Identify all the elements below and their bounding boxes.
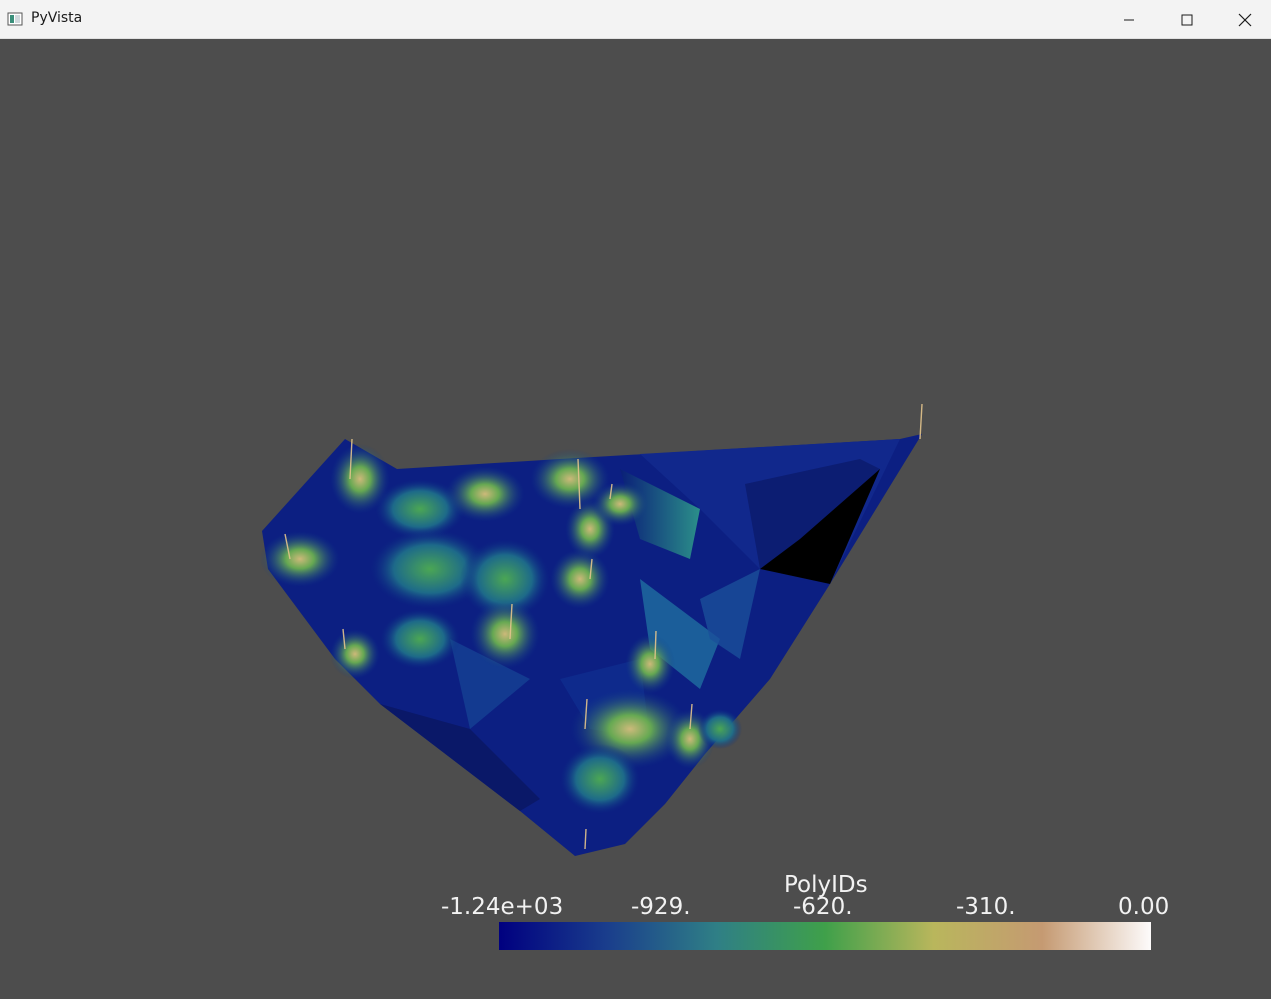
scalar-bar-tick: -1.24e+03 [441,894,564,920]
pyvista-window: PyVista PolyIDs -1.24e+03 -929. -620. -3… [0,0,1271,999]
scalar-bar-tick: 0.00 [1118,894,1170,920]
render-viewport[interactable]: PolyIDs -1.24e+03 -929. -620. -310. 0.00 [0,39,1271,999]
title-bar[interactable]: PyVista [0,0,1271,39]
scalar-bar [499,922,1151,950]
minimize-icon [1124,19,1134,20]
maximize-button[interactable] [1158,0,1216,39]
pyvista-app-icon [7,12,23,26]
scalar-bar-tick: -310. [956,894,1016,920]
window-title: PyVista [31,10,83,26]
scalar-bar-tick: -620. [793,894,853,920]
terrain-mesh[interactable] [0,39,1271,999]
maximize-icon [1181,14,1193,25]
close-button[interactable] [1216,0,1271,39]
close-icon [1238,13,1252,26]
minimize-button[interactable] [1100,0,1158,39]
scalar-bar-tick: -929. [631,894,691,920]
